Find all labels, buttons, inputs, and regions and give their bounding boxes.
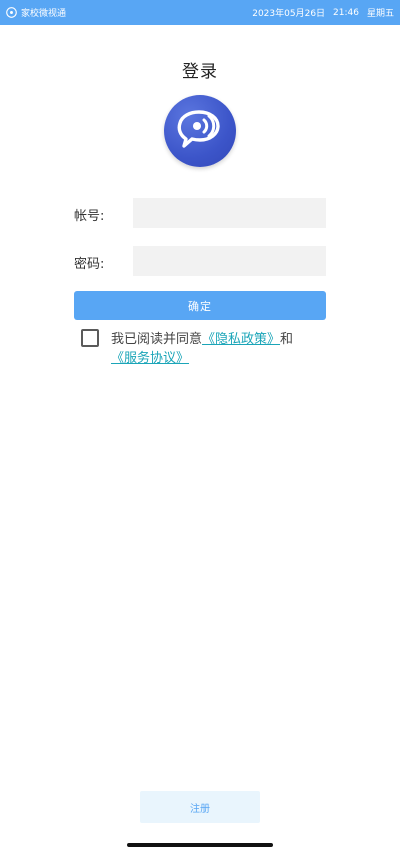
- app-logo: [164, 95, 236, 167]
- service-agreement-link[interactable]: 《服务协议》: [111, 351, 189, 366]
- chat-bubble-signal-icon: [177, 110, 220, 148]
- status-weekday: 星期五: [366, 9, 394, 19]
- status-bar: 家校微视通 2023年05月26日 21:46 星期五: [0, 0, 400, 25]
- agreement-joiner: 和: [280, 332, 294, 347]
- page-title: 登录: [182, 62, 218, 82]
- agreement-checkbox[interactable]: [81, 329, 99, 347]
- app-mini-icon: [6, 7, 17, 18]
- register-button[interactable]: 注册: [140, 791, 260, 823]
- password-input[interactable]: [133, 246, 326, 276]
- home-indicator[interactable]: [127, 843, 273, 847]
- status-time: 21:46: [333, 7, 359, 18]
- status-datetime: 2023年05月26日 21:46 星期五: [252, 0, 394, 25]
- confirm-button[interactable]: 确定: [74, 291, 326, 320]
- agreement-text: 我已阅读并同意《隐私政策》和《服务协议》: [111, 330, 331, 368]
- account-input[interactable]: [133, 198, 326, 228]
- agreement-prefix: 我已阅读并同意: [111, 332, 203, 347]
- status-date: 2023年05月26日: [252, 9, 326, 19]
- status-app-name: 家校微视通: [21, 9, 67, 19]
- privacy-policy-link[interactable]: 《隐私政策》: [202, 332, 280, 347]
- account-label: 帐号:: [74, 209, 105, 224]
- password-label: 密码:: [74, 257, 105, 272]
- login-screen: 家校微视通 2023年05月26日 21:46 星期五 登录 帐号: 密码: 确…: [0, 0, 400, 853]
- status-app-info: 家校微视通: [0, 6, 66, 19]
